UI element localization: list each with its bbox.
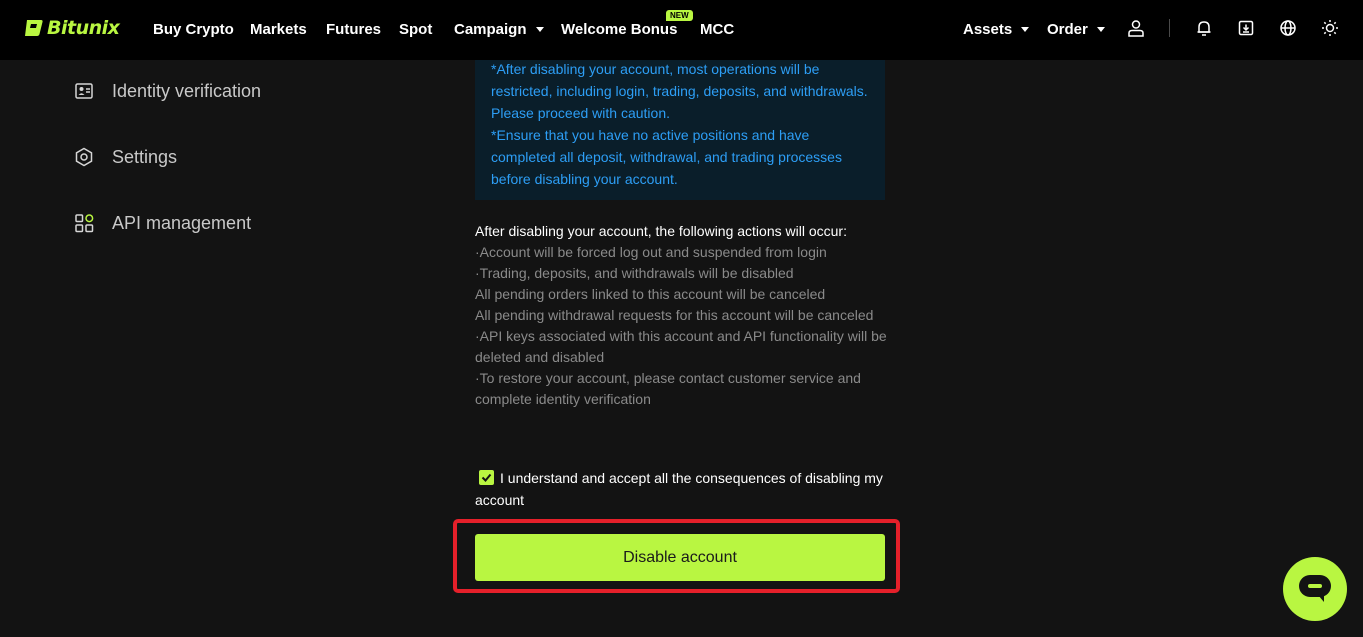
bell-icon[interactable]	[1194, 18, 1214, 38]
warning-text: *After disabling your account, most oper…	[491, 58, 869, 190]
nav-markets[interactable]: Markets	[250, 18, 307, 40]
nav-futures-label: Futures	[326, 20, 382, 38]
checkmark-icon	[481, 473, 492, 482]
top-navbar: Bitunix Buy Crypto Markets Futures Spot …	[0, 0, 1363, 60]
nav-welcome-bonus[interactable]: Welcome Bonus	[561, 18, 677, 40]
consequences-list: ·Account will be forced log out and susp…	[475, 242, 890, 410]
warning-line: *After disabling your account, most oper…	[491, 61, 868, 121]
chevron-down-icon	[1021, 26, 1030, 32]
user-icon[interactable]	[1126, 18, 1146, 38]
consequences-title: After disabling your account, the follow…	[475, 223, 847, 239]
sun-icon[interactable]	[1320, 18, 1340, 38]
list-item: ·Account will be forced log out and susp…	[475, 244, 827, 260]
agreement-checkbox[interactable]	[479, 470, 494, 485]
brand-name: Bitunix	[47, 17, 120, 39]
sidebar-item-label: Identity verification	[112, 80, 262, 101]
list-item: ·Trading, deposits, and withdrawals will…	[475, 265, 794, 281]
nav-divider	[1169, 19, 1170, 37]
disable-account-button[interactable]: Disable account	[475, 534, 885, 581]
nav-spot[interactable]: Spot	[399, 18, 432, 40]
chat-bubble-icon	[1299, 575, 1331, 602]
nav-order-dropdown[interactable]: Order	[1047, 18, 1105, 40]
nav-buy-crypto[interactable]: Buy Crypto	[153, 18, 234, 40]
nav-mcc-label: MCC	[700, 20, 735, 38]
brand-logo[interactable]: Bitunix	[24, 15, 120, 41]
chevron-down-icon	[1096, 26, 1105, 32]
bitunix-logo-icon	[25, 20, 43, 36]
nav-buy-crypto-label: Buy Crypto	[153, 20, 234, 38]
agreement-row: I understand and accept all the conseque…	[475, 467, 885, 511]
chat-support-button[interactable]	[1283, 557, 1347, 621]
sidebar-item-api-management[interactable]: API management	[74, 211, 251, 235]
nav-campaign[interactable]: Campaign	[454, 18, 544, 40]
hexagon-settings-icon	[74, 147, 94, 167]
id-card-icon	[74, 81, 94, 101]
nav-assets-label: Assets	[963, 20, 1013, 38]
sidebar-item-label: Settings	[112, 146, 178, 167]
nav-mcc[interactable]: MCC	[700, 18, 734, 40]
sidebar-item-identity-verification[interactable]: Identity verification	[74, 79, 261, 103]
grid-icon	[74, 213, 94, 233]
nav-order-label: Order	[1047, 20, 1088, 38]
warning-box: *After disabling your account, most oper…	[475, 60, 885, 200]
nav-campaign-label: Campaign	[454, 20, 527, 38]
nav-markets-label: Markets	[250, 20, 307, 38]
download-icon[interactable]	[1236, 18, 1256, 38]
new-badge: NEW	[666, 10, 693, 21]
agreement-label[interactable]: I understand and accept all the conseque…	[475, 470, 883, 508]
sidebar-item-label: API management	[112, 212, 252, 233]
list-item: ·To restore your account, please contact…	[475, 370, 861, 407]
list-item: ·API keys associated with this account a…	[475, 328, 887, 365]
warning-line: *Ensure that you have no active position…	[491, 127, 842, 187]
nav-spot-label: Spot	[399, 20, 433, 38]
nav-welcome-bonus-label: Welcome Bonus	[561, 20, 678, 38]
chevron-down-icon	[535, 26, 544, 32]
list-item: All pending orders linked to this accoun…	[475, 286, 826, 302]
sidebar-item-settings[interactable]: Settings	[74, 145, 177, 169]
globe-icon[interactable]	[1278, 18, 1298, 38]
list-item: All pending withdrawal requests for this…	[475, 307, 874, 323]
nav-futures[interactable]: Futures	[326, 18, 381, 40]
nav-assets-dropdown[interactable]: Assets	[963, 18, 1030, 40]
